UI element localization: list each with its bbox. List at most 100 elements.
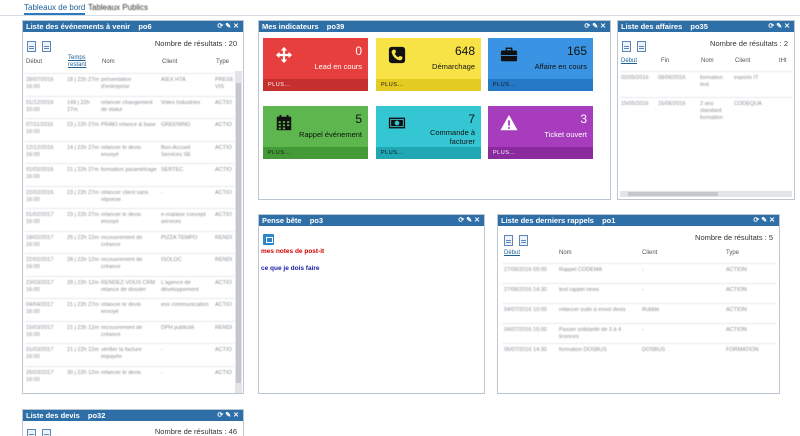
table-row[interactable]: 01/02/2017 16:00 23 j 22h 27m relancer le …	[25, 208, 235, 231]
excel-export-icon[interactable]	[42, 41, 51, 52]
col-nom[interactable]: Nom	[559, 250, 572, 256]
table-cell: ACTIO	[215, 369, 232, 376]
table-cell: 08/06/2016	[658, 75, 686, 81]
table-row[interactable]: 12/12/2016 16:00 14 j 22h 27m relancer le …	[25, 140, 235, 164]
table-cell: 04/04/2017 16:00	[26, 302, 54, 315]
table-cell: Rappel CODEMA	[559, 267, 603, 273]
table-cell: 2 ans standard formation	[700, 101, 723, 121]
table-row[interactable]: 22/02/2017 16:00 28 j 22h 12m recouvrement…	[25, 253, 235, 276]
indicator-more-link[interactable]: PLUS...	[263, 147, 368, 159]
indicator-tile[interactable]: 3 Ticket ouvert PLUS...	[488, 106, 593, 159]
table-cell: RENDI	[215, 234, 233, 241]
tab-public-dashboards[interactable]: Tableaux Publics	[88, 1, 148, 15]
col-client[interactable]: Client	[642, 250, 657, 256]
indicator-more-link[interactable]: PLUS...	[488, 79, 593, 91]
table-cell: relancer changement de statut	[101, 99, 153, 113]
table-row[interactable]: 22/02/2016 16:00 23 j 22h 27m relancer cli…	[25, 185, 235, 209]
table-row[interactable]: 23/03/2017 16:00 28 j 22h 12m RENDEZ-VOUS …	[25, 275, 235, 299]
indicator-more-link[interactable]: PLUS...	[263, 79, 368, 91]
excel-export-icon[interactable]	[519, 235, 528, 246]
pdf-export-icon[interactable]	[27, 41, 36, 52]
col-debut[interactable]: Début	[621, 58, 637, 64]
table-row[interactable]: 07/11/2016 16:00 23 j 22h 27m PRAKI relanc…	[25, 118, 235, 141]
table-row[interactable]: 01/02/2016 16:00 21 j 22h 27m formation pa…	[25, 163, 235, 186]
indicator-tile[interactable]: 5 Rappel événement PLUS...	[263, 106, 368, 159]
pin-icon[interactable]: ✎	[776, 23, 784, 30]
deals-table-header: Début Fin Nom Client tHt	[621, 58, 793, 70]
table-cell: 23 j 22h 27m	[67, 212, 99, 218]
events-scrollbar-thumb[interactable]	[236, 83, 241, 383]
pin-icon[interactable]: ✎	[225, 23, 233, 30]
table-row[interactable]: 27/06/2016 14:30 test rappel news - ACTION	[502, 283, 777, 303]
col-debut[interactable]: Début	[504, 250, 520, 256]
table-row[interactable]: 01/03/2017 16:00 21 j 22h 12m vérifier la …	[25, 343, 235, 366]
indicator-more-link[interactable]: PLUS...	[376, 147, 481, 159]
edit-note-icon[interactable]	[263, 234, 274, 245]
table-cell: 21 j 22h 27m	[67, 302, 99, 308]
close-icon[interactable]: ✕	[769, 217, 777, 224]
pin-icon[interactable]: ✎	[466, 217, 474, 224]
col-type[interactable]: Type	[216, 59, 229, 65]
table-row[interactable]: 15/03/2017 16:00 21 j 22h 12m recouvrement…	[25, 320, 235, 344]
table-row[interactable]: 26/03/2017 16:00 30 j 22h 12m relancer le …	[25, 365, 235, 389]
table-cell: ACTIO	[215, 144, 232, 151]
col-fin[interactable]: Fin	[661, 58, 669, 64]
table-row[interactable]: 04/07/2016 10:00 relancer suite à envoi d…	[502, 303, 777, 323]
close-icon[interactable]: ✕	[600, 23, 608, 30]
close-icon[interactable]: ✕	[233, 412, 241, 419]
table-row[interactable]: 15/05/2016 15/06/2016 2 ans standard forma…	[620, 97, 792, 123]
col-debut[interactable]: Début	[26, 59, 42, 65]
excel-export-icon[interactable]	[42, 429, 51, 436]
pdf-export-icon[interactable]	[27, 429, 36, 436]
pdf-export-icon[interactable]	[622, 41, 631, 52]
pin-icon[interactable]: ✎	[592, 23, 600, 30]
col-temps-restant[interactable]: Temps restant	[68, 55, 92, 69]
col-nom[interactable]: Nom	[102, 59, 115, 65]
table-cell: 07/11/2016 16:00	[26, 122, 54, 135]
memo-panel-header: Pense bête po3 ⟳✎✕	[259, 215, 484, 226]
table-row[interactable]: 01/12/2016 10:00 148 j 22h 27m relancer ch…	[25, 95, 235, 119]
col-tht[interactable]: tHt	[779, 58, 787, 64]
table-cell: 04/07/2016 10:00	[504, 307, 547, 313]
reminders-panel: Liste des derniers rappels po1 ⟳✎✕ Nombr…	[497, 214, 780, 394]
table-row[interactable]: 04/04/2017 16:00 21 j 22h 27m relancer le …	[25, 298, 235, 321]
close-icon[interactable]: ✕	[784, 23, 792, 30]
table-row[interactable]: 06/07/2016 14:30 formation DOSBUS DOSBUS FO…	[502, 343, 777, 363]
col-client[interactable]: Client	[735, 58, 750, 64]
indicator-label: Rappel événement	[299, 130, 362, 139]
indicator-tile[interactable]: 648 Démarchage PLUS...	[376, 38, 481, 91]
table-cell: -	[642, 287, 644, 293]
col-client[interactable]: Client	[162, 59, 177, 65]
table-cell: 01/02/2017 16:00	[26, 212, 54, 225]
deals-h-scrollbar[interactable]	[620, 191, 792, 197]
indicator-more-link[interactable]: PLUS...	[376, 79, 481, 91]
events-scrollbar[interactable]	[235, 71, 242, 393]
table-row[interactable]: 04/07/2016 15:00 Passer solidarité de 3 à…	[502, 323, 777, 343]
pdf-export-icon[interactable]	[504, 235, 513, 246]
deals-h-scrollbar-thumb[interactable]	[628, 192, 718, 196]
indicator-more-link[interactable]: PLUS...	[488, 147, 593, 159]
table-row[interactable]: 02/05/2016 08/06/2016 formation test expori…	[620, 71, 792, 97]
col-nom[interactable]: Nom	[701, 58, 714, 64]
table-cell: ACTIO	[215, 167, 232, 173]
col-type[interactable]: Type	[726, 250, 739, 256]
indicator-tile[interactable]: 165 Affaire en cours PLUS...	[488, 38, 593, 91]
close-icon[interactable]: ✕	[474, 217, 482, 224]
quotes-panel-header: Liste des devis po32 ⟳✎✕	[23, 410, 243, 421]
close-icon[interactable]: ✕	[233, 23, 241, 30]
table-cell: SERTEC	[161, 167, 184, 173]
indicator-tile[interactable]: 7 Commande à facturer PLUS...	[376, 106, 481, 159]
pin-icon[interactable]: ✎	[225, 412, 233, 419]
indicator-tile[interactable]: 0 Lead en cours PLUS...	[263, 38, 368, 91]
events-panel-header: Liste des événements à venir po6 ⟳✎✕	[23, 21, 243, 32]
memo-panel-title: Pense bête	[262, 216, 302, 225]
table-cell: RENDI	[215, 324, 233, 331]
table-row[interactable]: 27/06/2016 09:00 Rappel CODEMA - ACTION	[502, 263, 777, 283]
table-row[interactable]: 28/07/2016 16:00 18 j 22h 27m présentation…	[25, 73, 235, 96]
tab-dashboards[interactable]: Tableaux de bord	[24, 1, 86, 15]
pin-icon[interactable]: ✎	[761, 217, 769, 224]
events-table-body: 28/07/2016 16:00 18 j 22h 27m présentation…	[25, 73, 235, 391]
table-cell: 28 j 22h 12m	[67, 279, 99, 286]
table-row[interactable]: 18/02/2017 16:00 25 j 22h 12m recouvrement…	[25, 230, 235, 254]
excel-export-icon[interactable]	[637, 41, 646, 52]
